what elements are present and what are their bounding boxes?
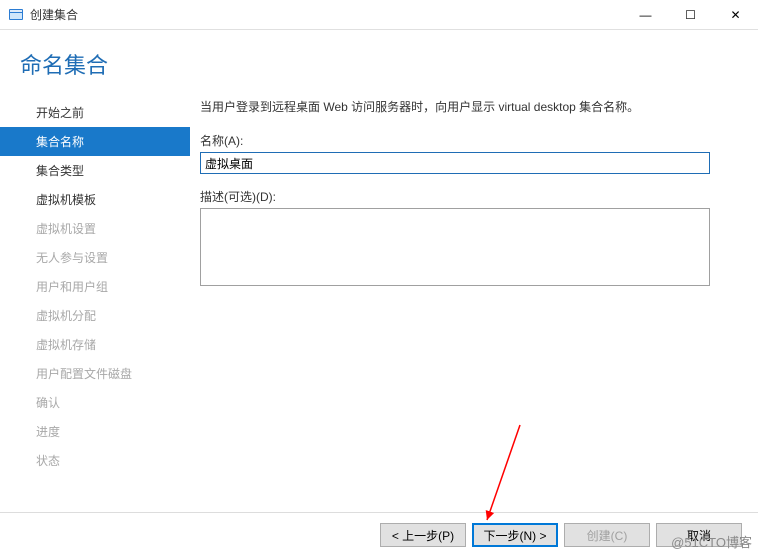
form-area: 当用户登录到远程桌面 Web 访问服务器时，向用户显示 virtual desk… [190,92,758,512]
intro-text: 当用户登录到远程桌面 Web 访问服务器时，向用户显示 virtual desk… [200,98,730,116]
create-button: 创建(C) [564,523,650,547]
wizard-step-11: 进度 [0,417,190,446]
wizard-step-2[interactable]: 集合类型 [0,156,190,185]
wizard-step-9: 用户配置文件磁盘 [0,359,190,388]
name-label: 名称(A): [200,132,730,149]
page-header: 命名集合 [0,30,758,92]
window-controls: — ☐ ✕ [623,0,758,30]
close-button[interactable]: ✕ [713,0,758,30]
wizard-step-7: 虚拟机分配 [0,301,190,330]
description-textarea[interactable] [200,208,710,286]
maximize-button[interactable]: ☐ [668,0,713,30]
minimize-button[interactable]: — [623,0,668,30]
window-title: 创建集合 [30,6,623,23]
wizard-step-4: 虚拟机设置 [0,214,190,243]
wizard-step-3[interactable]: 虚拟机模板 [0,185,190,214]
app-icon [8,7,24,23]
wizard-step-10: 确认 [0,388,190,417]
collection-name-input[interactable] [200,152,710,174]
wizard-step-1[interactable]: 集合名称 [0,127,190,156]
page-title: 命名集合 [20,48,738,80]
wizard-step-12: 状态 [0,446,190,475]
previous-button[interactable]: < 上一步(P) [380,523,466,547]
wizard-footer: < 上一步(P) 下一步(N) > 创建(C) 取消 [0,512,758,557]
next-button[interactable]: 下一步(N) > [472,523,558,547]
wizard-steps-sidebar: 开始之前集合名称集合类型虚拟机模板虚拟机设置无人参与设置用户和用户组虚拟机分配虚… [0,92,190,512]
wizard-step-5: 无人参与设置 [0,243,190,272]
titlebar: 创建集合 — ☐ ✕ [0,0,758,30]
description-label: 描述(可选)(D): [200,188,730,205]
wizard-step-8: 虚拟机存储 [0,330,190,359]
wizard-step-0[interactable]: 开始之前 [0,98,190,127]
wizard-step-6: 用户和用户组 [0,272,190,301]
cancel-button[interactable]: 取消 [656,523,742,547]
